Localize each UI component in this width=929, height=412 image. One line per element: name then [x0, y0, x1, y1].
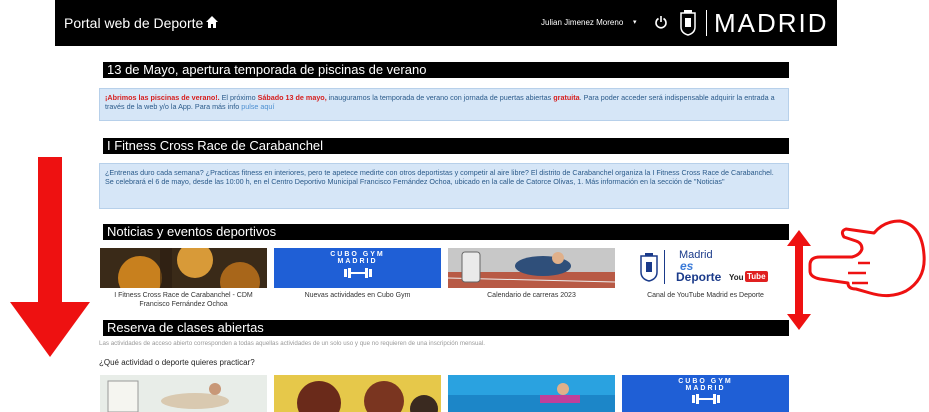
heading-accent [100, 320, 103, 336]
yoga-image [100, 375, 267, 412]
notice-highlight: ¡Abrimos las piscinas de verano!. [105, 93, 220, 102]
more-info-link[interactable]: pulse aquí [241, 102, 274, 111]
heading-text: Noticias y eventos deportivos [107, 224, 277, 239]
card-caption: I Fitness Cross Race de Carabanchel - CD… [114, 292, 253, 308]
medicine-ball-image [274, 375, 441, 412]
news-card-fitness-race[interactable]: I Fitness Cross Race de Carabanchel - CD… [100, 248, 267, 314]
heading-accent [100, 62, 103, 78]
chevron-down-icon[interactable]: ▾ [633, 18, 637, 26]
card-caption: Calendario de carreras 2023 [487, 292, 576, 299]
classes-note: Las actividades de acceso abierto corres… [99, 340, 485, 347]
user-menu[interactable]: Julian Jimenez Moreno [541, 18, 623, 27]
notice-fitness: ¿Entrenas duro cada semana? ¿Practicas f… [99, 163, 789, 209]
notice-text: inauguramos la temporada de verano con j… [326, 93, 554, 102]
section-heading-classes: Reserva de clases abiertas [100, 320, 789, 336]
notice-free: gratuita [553, 93, 580, 102]
madrid-logo-text: MADRID [714, 8, 829, 38]
notice-pools: ¡Abrimos las piscinas de verano!. El pró… [99, 88, 789, 121]
youtube-logo: Tube [745, 271, 768, 282]
card-caption: Canal de YouTube Madrid es Deporte [647, 292, 764, 299]
banner-line: CUBO GYM [678, 378, 733, 385]
top-navbar: Portal web de Deporte Julian Jimenez Mor… [55, 0, 837, 46]
heading-accent [100, 138, 103, 154]
hand-swipe-overlay [808, 219, 926, 298]
swimming-image [448, 375, 615, 412]
news-card-calendar[interactable]: Calendario de carreras 2023 [448, 248, 615, 314]
arrow-down-overlay [10, 157, 90, 357]
notice-text: ¿Entrenas duro cada semana? ¿Practicas f… [105, 168, 774, 186]
activity-card-medicine-ball[interactable] [274, 375, 441, 412]
section-heading-fitness: I Fitness Cross Race de Carabanchel [100, 138, 789, 154]
news-cards: I Fitness Cross Race de Carabanchel - CD… [100, 248, 790, 314]
section-heading-pools: 13 de Mayo, apertura temporada de piscin… [100, 62, 789, 78]
dumbbell-icon [691, 394, 720, 404]
runner-image [448, 248, 615, 288]
activity-card-cubo-gym[interactable]: CUBO GYM MADRID [622, 375, 789, 412]
youtube-logo: You [729, 273, 744, 282]
news-card-cubo-gym[interactable]: CUBO GYM MADRID Nuevas actividades en Cu… [274, 248, 441, 314]
cubo-gym-banner: CUBO GYM MADRID [274, 248, 441, 288]
madrid-es-deporte-logo: Madrid es Deporte You Tube [622, 248, 789, 288]
power-icon[interactable] [654, 15, 668, 29]
dumbbell-icon [343, 268, 372, 278]
banner-line: CUBO GYM [330, 251, 385, 258]
heading-text: Reserva de clases abiertas [107, 320, 264, 335]
activity-card-yoga[interactable] [100, 375, 267, 412]
logo-divider [664, 250, 665, 284]
madrid-shield-icon [680, 10, 696, 36]
heading-text: 13 de Mayo, apertura temporada de piscin… [107, 62, 427, 77]
activity-cards: CUBO GYM MADRID [100, 375, 790, 412]
home-icon[interactable] [205, 15, 219, 29]
banner-line: MADRID [337, 258, 378, 265]
card-caption: Nuevas actividades en Cubo Gym [304, 292, 411, 299]
activity-question: ¿Qué actividad o deporte quieres practic… [99, 358, 255, 367]
news-card-youtube[interactable]: Madrid es Deporte You Tube Canal de YouT… [622, 248, 789, 314]
heading-accent [100, 224, 103, 240]
header-divider [706, 10, 707, 36]
banner-line: MADRID [685, 385, 726, 392]
logo-text: Deporte [676, 270, 722, 284]
section-heading-news: Noticias y eventos deportivos [100, 224, 789, 240]
heading-text: I Fitness Cross Race de Carabanchel [107, 138, 324, 153]
kettlebell-image [100, 248, 267, 288]
notice-text: El próximo [219, 93, 258, 102]
madrid-shield-icon [640, 253, 658, 282]
portal-title[interactable]: Portal web de Deporte [64, 15, 203, 31]
activity-card-swimming[interactable] [448, 375, 615, 412]
notice-date: Sábado 13 de mayo, [257, 93, 327, 102]
